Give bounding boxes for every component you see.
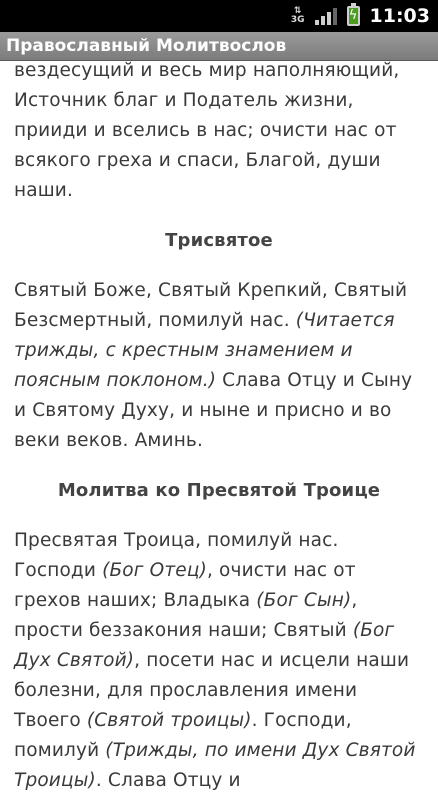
- italic-note: (Святой троицы): [86, 710, 252, 731]
- italic-note: (Бог Отец): [102, 560, 207, 581]
- prayer-text-scroll[interactable]: вездесущий и весь мир наполняющий, Источ…: [0, 56, 438, 796]
- paragraph-troica: Пресвятая Троица, помилуй нас. Господи (…: [14, 526, 424, 796]
- status-bar: ⇅ 3G ϟ 11:03: [0, 0, 438, 32]
- section-heading-troica: Молитва ко Пресвятой Троице: [57, 480, 381, 501]
- network-3g-icon: ⇅ 3G: [290, 6, 305, 25]
- text-span: . Слава Отцу и: [95, 770, 241, 791]
- battery-charging-icon: ϟ: [346, 3, 360, 26]
- paragraph: вездесущий и весь мир наполняющий, Источ…: [14, 60, 400, 201]
- app-title: Православный Молитвослов: [6, 36, 287, 56]
- section-heading-trisvyatoe: Трисвятое: [165, 230, 273, 251]
- status-time: 11:03: [369, 5, 430, 27]
- italic-note: (Бог Сын): [256, 590, 352, 611]
- signal-strength-icon: [314, 7, 337, 25]
- paragraph-trisvyatoe: Святый Боже, Святый Крепкий, Святый Безс…: [14, 276, 424, 456]
